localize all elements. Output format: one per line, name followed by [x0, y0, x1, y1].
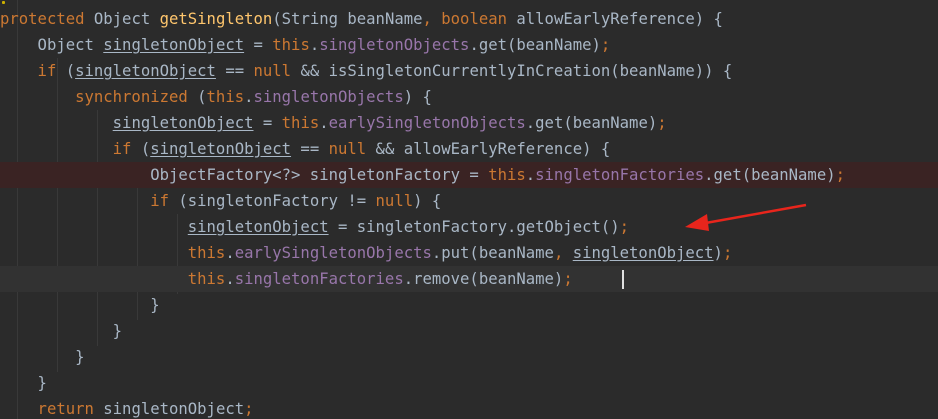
- arrow-head: [685, 214, 709, 231]
- red-arrow-annotation: [685, 203, 807, 231]
- code-editor[interactable]: protected Object getSingleton(String bea…: [0, 0, 938, 419]
- arrow-shaft: [699, 203, 807, 226]
